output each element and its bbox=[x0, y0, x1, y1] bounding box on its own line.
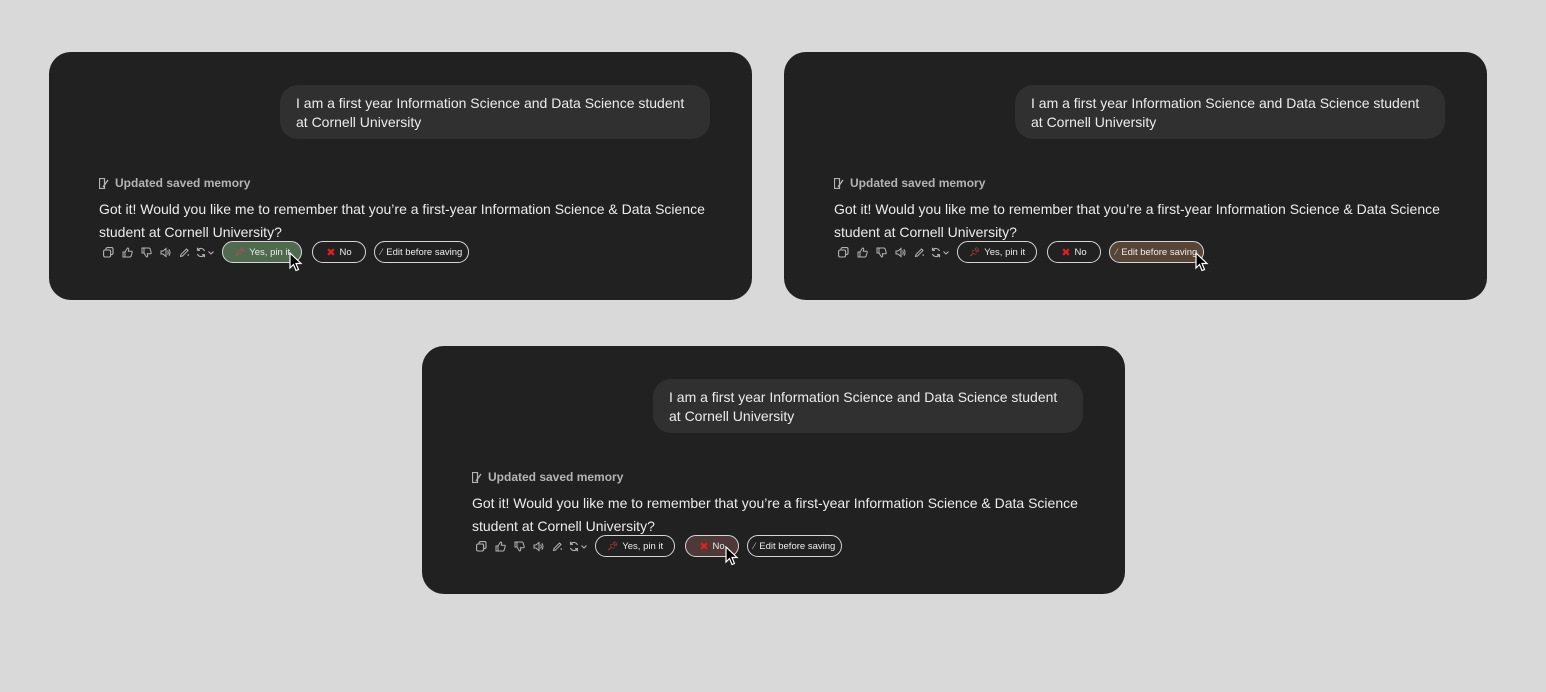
assistant-reply: Got it! Would you like me to remember th… bbox=[99, 201, 705, 240]
chat-panel-1: I am a first year Information Science an… bbox=[49, 52, 752, 300]
copy-icon[interactable] bbox=[472, 537, 491, 556]
thumbs-down-icon[interactable] bbox=[137, 243, 156, 262]
pin-icon: 📌︎ bbox=[968, 246, 981, 257]
copy-icon[interactable] bbox=[99, 243, 118, 262]
chevron-down-icon bbox=[943, 250, 949, 255]
action-bar: 📌︎ Yes, pin it ✖ No ⁄ Edit before saving bbox=[99, 241, 469, 263]
chevron-down-icon bbox=[208, 250, 214, 255]
user-message-bubble: I am a first year Information Science an… bbox=[653, 379, 1083, 433]
edit-before-saving-button[interactable]: ⁄ Edit before saving bbox=[374, 241, 469, 263]
thumbs-down-icon[interactable] bbox=[510, 537, 529, 556]
thumbs-up-icon[interactable] bbox=[853, 243, 872, 262]
chevron-down-icon bbox=[581, 544, 587, 549]
no-button[interactable]: ✖ No bbox=[1047, 241, 1101, 263]
pencil-icon: ⁄ bbox=[1115, 247, 1118, 257]
speaker-icon[interactable] bbox=[529, 537, 548, 556]
user-message-bubble: I am a first year Information Science an… bbox=[1015, 85, 1445, 139]
assistant-reply: Got it! Would you like me to remember th… bbox=[834, 201, 1440, 240]
regenerate-icon[interactable] bbox=[194, 243, 218, 262]
pencil-icon: ⁄ bbox=[380, 247, 383, 257]
memory-update-indicator: Updated saved memory bbox=[834, 176, 985, 190]
action-bar: 📌︎ Yes, pin it ✖ No ⁄ Edit before saving bbox=[472, 535, 842, 557]
speaker-icon[interactable] bbox=[891, 243, 910, 262]
regenerate-icon[interactable] bbox=[929, 243, 953, 262]
speaker-icon[interactable] bbox=[156, 243, 175, 262]
edit-icon[interactable] bbox=[548, 537, 567, 556]
no-button[interactable]: ✖ No bbox=[312, 241, 366, 263]
memory-update-indicator: Updated saved memory bbox=[99, 176, 250, 190]
assistant-reply: Got it! Would you like me to remember th… bbox=[472, 495, 1078, 534]
memory-label: Updated saved memory bbox=[850, 176, 986, 190]
pin-icon: 📌︎ bbox=[233, 246, 246, 257]
pin-icon: 📌︎ bbox=[606, 540, 619, 551]
memory-edit-icon bbox=[834, 177, 844, 189]
edit-icon[interactable] bbox=[910, 243, 929, 262]
action-bar: 📌︎ Yes, pin it ✖ No ⁄ Edit before saving bbox=[834, 241, 1204, 263]
pencil-icon: ⁄ bbox=[753, 541, 756, 551]
cursor-icon bbox=[289, 252, 303, 272]
thumbs-up-icon[interactable] bbox=[118, 243, 137, 262]
x-icon: ✖ bbox=[699, 540, 709, 553]
chat-panel-2: I am a first year Information Science an… bbox=[784, 52, 1487, 300]
yes-pin-it-button[interactable]: 📌︎ Yes, pin it bbox=[957, 241, 1037, 263]
yes-pin-it-button[interactable]: 📌︎ Yes, pin it bbox=[595, 535, 675, 557]
memory-label: Updated saved memory bbox=[488, 470, 624, 484]
cursor-icon bbox=[725, 546, 739, 566]
regenerate-icon[interactable] bbox=[567, 537, 591, 556]
memory-edit-icon bbox=[99, 177, 109, 189]
thumbs-down-icon[interactable] bbox=[872, 243, 891, 262]
x-icon: ✖ bbox=[1061, 246, 1071, 259]
edit-icon[interactable] bbox=[175, 243, 194, 262]
edit-before-saving-button[interactable]: ⁄ Edit before saving bbox=[747, 535, 842, 557]
x-icon: ✖ bbox=[326, 246, 336, 259]
cursor-icon bbox=[1195, 252, 1209, 272]
edit-before-saving-button[interactable]: ⁄ Edit before saving bbox=[1109, 241, 1204, 263]
chat-panel-3: I am a first year Information Science an… bbox=[422, 346, 1125, 594]
memory-edit-icon bbox=[472, 471, 482, 483]
user-message-bubble: I am a first year Information Science an… bbox=[280, 85, 710, 139]
memory-label: Updated saved memory bbox=[115, 176, 251, 190]
memory-update-indicator: Updated saved memory bbox=[472, 470, 623, 484]
thumbs-up-icon[interactable] bbox=[491, 537, 510, 556]
copy-icon[interactable] bbox=[834, 243, 853, 262]
